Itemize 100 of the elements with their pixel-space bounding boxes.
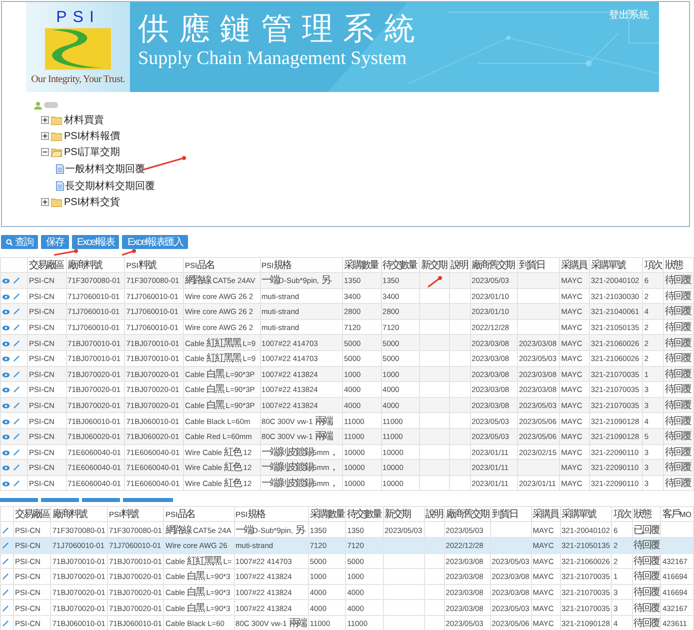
column-header: 采購數量 <box>310 508 344 522</box>
folder-icon <box>51 116 62 124</box>
user-icon <box>34 100 42 110</box>
view-icon[interactable] <box>2 372 10 378</box>
slogan: Our Integrity, Your Trust. <box>31 74 125 85</box>
tree-item[interactable]: 長交期材料交期回覆 <box>65 178 155 192</box>
view-icon[interactable] <box>2 340 10 347</box>
edit-icon[interactable] <box>2 542 9 550</box>
tree-item[interactable]: PSI材料交貨 <box>64 195 120 209</box>
column-header: 待交數量 <box>382 258 417 272</box>
edit-icon[interactable] <box>2 526 9 534</box>
edit-icon[interactable] <box>13 340 20 347</box>
table-cell-text: 待回覆 <box>665 430 691 444</box>
edit-icon[interactable] <box>13 433 20 440</box>
table-cell-text: 待回覆 <box>665 352 691 366</box>
search-icon <box>6 238 13 246</box>
table-cell-text: 待回覆 <box>634 616 660 630</box>
table-cell-text: 待回覆 <box>665 398 691 412</box>
edit-icon[interactable] <box>2 620 9 628</box>
edit-icon[interactable] <box>13 355 20 362</box>
edit-icon[interactable] <box>13 324 20 332</box>
expand-toggle[interactable] <box>41 148 49 156</box>
edit-icon[interactable] <box>13 292 20 300</box>
edit-icon[interactable] <box>2 604 9 612</box>
column-header: 廠商料號 <box>68 258 102 272</box>
table-cell-text: 待回覆 <box>634 554 660 568</box>
column-header: 采購單號 <box>562 508 596 522</box>
expand-toggle[interactable] <box>41 116 49 124</box>
annotation-arrow <box>120 250 136 256</box>
app-title: 供應鏈管理系統 <box>138 10 425 48</box>
table-cell-text: 待回覆 <box>665 446 691 459</box>
edit-icon[interactable] <box>13 308 20 316</box>
column-header: 狀態 <box>665 258 682 272</box>
edit-icon[interactable] <box>13 480 20 488</box>
edit-icon[interactable] <box>13 402 20 410</box>
expand-toggle[interactable] <box>41 198 49 206</box>
column-header: 狀態 <box>634 508 651 522</box>
table-cell-text: 待回覆 <box>634 602 660 615</box>
table-cell-text: 待回覆 <box>634 586 660 599</box>
tree-item[interactable]: PSI訂單交期 <box>64 145 120 159</box>
table-cell-text: 待回覆 <box>665 336 691 350</box>
table-cell-text: 待回覆 <box>665 460 691 474</box>
column-header: 到貨日 <box>492 508 518 522</box>
table-cell-text: 待回覆 <box>634 538 660 552</box>
tree-item[interactable]: PSI材料報價 <box>64 129 120 143</box>
column-header: 廠商料號 <box>52 508 86 522</box>
view-icon[interactable] <box>2 465 10 472</box>
edit-icon[interactable] <box>13 277 20 284</box>
view-icon[interactable] <box>2 356 10 362</box>
column-header: 待交數量 <box>347 508 382 522</box>
view-icon[interactable] <box>2 403 10 410</box>
tree-item[interactable]: 一般材料交期回覆 <box>65 162 145 176</box>
table-cell-text: 待回覆 <box>665 320 691 334</box>
view-icon[interactable] <box>2 481 10 488</box>
column-header: 廠商舊交期 <box>446 508 488 522</box>
edit-icon[interactable] <box>13 464 20 472</box>
column-header: 說明 <box>450 258 468 272</box>
edit-icon[interactable] <box>2 573 9 580</box>
edit-icon[interactable] <box>2 588 9 596</box>
table-cell-text: 待回覆 <box>665 290 691 303</box>
edit-icon[interactable] <box>2 558 9 565</box>
column-header: 采購員 <box>561 258 587 272</box>
view-icon[interactable] <box>2 278 10 284</box>
column-header: 交易廠區 <box>15 508 49 522</box>
document-icon <box>56 164 64 174</box>
table-cell-text: 待回覆 <box>665 414 691 428</box>
column-header: 到貨日 <box>518 259 544 272</box>
column-header: 新交期 <box>421 258 447 272</box>
table-cell-text: 待回覆 <box>665 368 691 381</box>
column-header: 項次 <box>613 508 630 522</box>
table-cell-text: 待回覆 <box>665 382 691 396</box>
view-icon[interactable] <box>2 450 10 456</box>
edit-icon[interactable] <box>13 370 20 378</box>
column-header: 項次 <box>644 259 662 272</box>
expand-toggle[interactable] <box>41 132 49 140</box>
edit-icon[interactable] <box>13 386 20 394</box>
toolbar-button[interactable] <box>0 498 38 502</box>
view-icon[interactable] <box>2 325 10 332</box>
column-header: 交易廠區 <box>29 258 63 272</box>
toolbar-button[interactable] <box>82 498 120 502</box>
edit-icon[interactable] <box>13 418 20 425</box>
toolbar-button[interactable] <box>41 498 79 502</box>
view-icon[interactable] <box>2 294 10 300</box>
table-cell-text: 待回覆 <box>665 304 691 318</box>
folder-icon <box>51 132 62 140</box>
view-icon[interactable] <box>2 309 10 316</box>
column-header: 說明 <box>426 508 443 522</box>
app-subtitle: Supply Chain Management System <box>138 48 408 70</box>
tree-item[interactable]: 材料買賣 <box>64 113 104 127</box>
road-logo-icon <box>45 26 111 70</box>
view-icon[interactable] <box>2 387 10 394</box>
view-icon[interactable] <box>2 434 10 440</box>
logo-text: PSI <box>56 10 100 26</box>
table-cell-text: 待回覆 <box>665 274 691 288</box>
view-icon[interactable] <box>2 418 10 425</box>
column-header: 新交期 <box>384 508 410 522</box>
toolbar-button[interactable] <box>123 498 173 502</box>
edit-icon[interactable] <box>13 448 20 456</box>
column-header: 廠商舊交期 <box>472 258 514 272</box>
table-cell-text: 待回覆 <box>634 570 660 584</box>
